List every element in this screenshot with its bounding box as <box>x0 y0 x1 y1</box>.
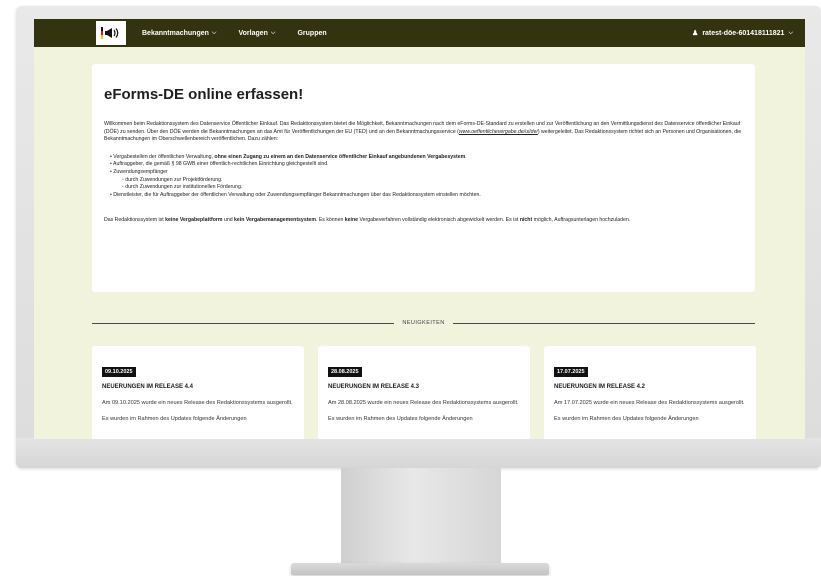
audience-list: Vergabestellen der öffentlichen Verwaltu… <box>110 154 743 200</box>
nav-label: Bekanntmachungen <box>142 29 209 37</box>
news-title[interactable]: NEUERUNGEN IM RELEASE 4.2 <box>554 384 746 390</box>
nav-label: Vorlagen <box>238 29 268 37</box>
chevron-down-icon: ⌵ <box>211 29 217 36</box>
chevron-down-icon: ⌵ <box>270 29 276 36</box>
news-card[interactable]: 28.08.2025 NEUERUNGEN IM RELEASE 4.3 Am … <box>318 346 530 439</box>
list-item: Vergabestellen der öffentlichen Verwaltu… <box>110 154 743 162</box>
news-text: Am 28.08.2025 wurde ein neues Release de… <box>328 400 519 406</box>
date-badge: 28.08.2025 <box>328 367 362 377</box>
list-item: Zuwendungsempfänger <box>110 169 743 177</box>
monitor-chin <box>16 438 821 468</box>
news-card[interactable]: 17.07.2025 NEUERUNGEN IM RELEASE 4.2 Am … <box>544 346 756 439</box>
date-badge: 17.07.2025 <box>554 367 588 377</box>
news-heading: NEUIGKEITEN <box>402 320 445 326</box>
news-title[interactable]: NEUERUNGEN IM RELEASE 4.3 <box>328 384 520 390</box>
chevron-down-icon: ⌵ <box>788 29 793 36</box>
main-nav: Bekanntmachungen ⌵ Vorlagen ⌵ Gruppen <box>142 30 327 37</box>
user-icon: ♟ <box>692 30 699 37</box>
nav-bekanntmachungen[interactable]: Bekanntmachungen ⌵ <box>142 30 216 37</box>
disclaimer-paragraph: Das Redaktionssystem ist keine Vergabepl… <box>104 217 631 224</box>
news-text: Es wurden im Rahmen des Updates folgende… <box>554 415 699 422</box>
news-divider: NEUIGKEITEN <box>92 317 756 329</box>
monitor-stand-neck <box>341 468 501 564</box>
nav-gruppen[interactable]: Gruppen <box>297 30 326 37</box>
news-title[interactable]: NEUERUNGEN IM RELEASE 4.4 <box>102 384 294 390</box>
intro-card: eForms-DE online erfassen! Willkommen be… <box>92 64 755 292</box>
nav-vorlagen[interactable]: Vorlagen ⌵ <box>238 30 275 37</box>
list-item: Dienstleister, die für Auftraggeber der … <box>110 192 743 200</box>
list-subitem: durch Zuwendungen zur institutionellen F… <box>122 184 743 192</box>
user-menu[interactable]: ♟ ratest-döe-601418111821 ⌵ <box>692 29 793 38</box>
date-badge: 09.10.2025 <box>102 367 136 377</box>
bekanntmachungsservice-link[interactable]: www.oeffentlichevergabe.de/ui/de/ <box>459 129 538 135</box>
news-card[interactable]: 09.10.2025 NEUERUNGEN IM RELEASE 4.4 Am … <box>92 346 304 439</box>
nav-label: Gruppen <box>297 29 327 37</box>
news-text: Am 17.07.2025 wurde ein neues Release de… <box>554 400 745 406</box>
news-text: Es wurden im Rahmen des Updates folgende… <box>328 415 473 422</box>
megaphone-flag-logo-icon <box>101 27 119 39</box>
app-logo[interactable] <box>96 21 126 45</box>
user-name: ratest-döe-601418111821 <box>702 29 785 37</box>
news-text: Es wurden im Rahmen des Updates folgende… <box>102 415 247 422</box>
monitor-stand-base <box>291 563 549 575</box>
list-item: Auftraggeber, die gemäß § 98 GWB einer ö… <box>110 161 743 169</box>
top-navbar: Bekanntmachungen ⌵ Vorlagen ⌵ Gruppen ♟ … <box>34 19 805 47</box>
divider-line <box>92 322 395 324</box>
intro-paragraph: Willkommen beim Redaktionssystem des Dat… <box>104 121 742 143</box>
news-text: Am 09.10.2025 wurde ein neues Release de… <box>102 400 293 406</box>
page-title: eForms-DE online erfassen! <box>104 86 304 103</box>
screen: Bekanntmachungen ⌵ Vorlagen ⌵ Gruppen ♟ … <box>34 19 805 439</box>
divider-line <box>452 322 756 324</box>
list-subitem: durch Zuwendungen zur Projektförderung. <box>122 177 743 185</box>
